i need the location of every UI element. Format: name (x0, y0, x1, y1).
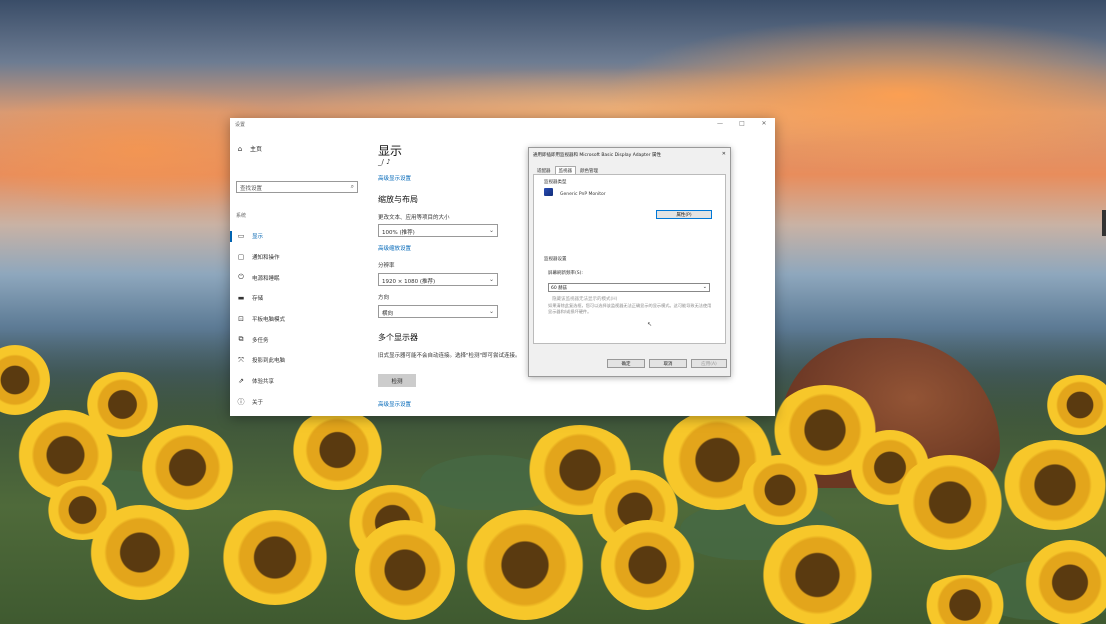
sidebar-nav: ▭ 显示 ▢ 通知和操作 ⏻ 电源和睡眠 ▬ 存储 ⊡ 平板电脑模式 ⧉ 多任务 (230, 226, 370, 412)
ok-button[interactable]: 确定 (607, 359, 645, 368)
multi-display-description: 旧式显示器可能不会自动连接。选择"检测"即可尝试连接。 (378, 353, 521, 359)
scale-layout-heading: 缩放与布局 (378, 195, 418, 204)
projector-icon: ⤧ (238, 355, 244, 364)
window-title: 设置 (235, 122, 246, 128)
sidebar-item-shared[interactable]: ⇗ 体验共享 (230, 371, 370, 392)
home-label: 主页 (250, 146, 263, 153)
advanced-display-settings-link[interactable]: 高级显示设置 (378, 400, 411, 408)
search-icon: ⌕ (350, 183, 354, 190)
sunflower (90, 505, 190, 600)
properties-button[interactable]: 属性(P) (656, 210, 712, 219)
scale-label: 更改文本、应用等项目的大小 (378, 215, 450, 221)
dialog-close-button[interactable]: ✕ (722, 151, 726, 157)
sidebar-item-label: 平板电脑模式 (252, 317, 286, 324)
monitor-type-label: 监视器类型 (544, 180, 567, 185)
settings-sidebar: ⌂ 主页 查找设置 ⌕ 系统 ▭ 显示 ▢ 通知和操作 ⏻ 电源和睡眠 ▬ 存储 (230, 136, 370, 416)
chevron-down-icon: ⌄ (488, 276, 494, 283)
sunflower (600, 520, 695, 610)
multi-display-heading: 多个显示器 (378, 333, 418, 342)
search-placeholder: 查找设置 (240, 186, 263, 192)
display-identify: _/ ♪ (378, 158, 391, 166)
orientation-value: 横向 (382, 310, 394, 317)
sunflower (220, 510, 330, 605)
hide-modes-note: 如果清除此复选框，您可以选择该监视器无法正确显示的显示模式。这可能导致无法使用显… (548, 303, 712, 314)
monitor-settings-label: 监视器设置 (544, 257, 567, 262)
screen-edge-bar (1102, 210, 1106, 236)
page-title: 显示 (378, 144, 403, 158)
sidebar-item-label: 体验共享 (252, 379, 275, 386)
sunflower (1045, 375, 1106, 435)
sidebar-item-label: 显示 (252, 234, 264, 241)
cancel-button[interactable]: 取消 (649, 359, 687, 368)
home-icon: ⌂ (237, 144, 243, 153)
resolution-dropdown[interactable]: 1920 × 1080 (推荐) ⌄ (378, 273, 498, 286)
resolution-value: 1920 × 1080 (推荐) (382, 278, 436, 285)
sunflower (355, 520, 455, 620)
close-button[interactable]: ✕ (759, 120, 769, 127)
sunflower (465, 510, 585, 620)
custom-scale-link[interactable]: 高级缩放设置 (378, 244, 411, 252)
monitor-icon (544, 188, 553, 196)
sidebar-item-storage[interactable]: ▬ 存储 (230, 288, 370, 309)
monitor-tab-panel: 监视器类型 Generic PnP Monitor 属性(P) 监视器设置 屏幕… (533, 174, 726, 344)
resolution-label: 分辨率 (378, 263, 395, 269)
sidebar-item-tablet[interactable]: ⊡ 平板电脑模式 (230, 309, 370, 330)
cursor-icon: ↖ (647, 321, 653, 328)
scale-dropdown[interactable]: 100% (推荐) ⌄ (378, 224, 498, 237)
sidebar-item-about[interactable]: ⓘ 关于 (230, 392, 370, 413)
sidebar-item-label: 通知和操作 (252, 255, 280, 262)
orientation-label: 方向 (378, 295, 390, 301)
sunflower (895, 455, 1005, 550)
refresh-rate-label: 屏幕刷新频率(S): (548, 271, 583, 276)
notification-icon: ▢ (237, 253, 245, 262)
sidebar-item-display[interactable]: ▭ 显示 (230, 226, 370, 247)
storage-icon: ▬ (237, 294, 245, 303)
minimize-button[interactable]: — (715, 120, 725, 127)
power-icon: ⏻ (238, 273, 244, 282)
settings-titlebar[interactable]: 设置 — □ ✕ (230, 118, 775, 132)
maximize-button[interactable]: □ (737, 120, 747, 127)
home-link[interactable]: ⌂ 主页 (236, 144, 263, 154)
orientation-dropdown[interactable]: 横向 ⌄ (378, 305, 498, 318)
search-input[interactable]: 查找设置 ⌕ (236, 181, 358, 193)
hide-modes-checkbox[interactable]: 隐藏该监视器无法显示的模式(H) (552, 296, 617, 302)
sidebar-item-label: 投影到此电脑 (252, 358, 286, 365)
sidebar-item-power[interactable]: ⏻ 电源和睡眠 (230, 267, 370, 288)
chevron-down-icon: ⌄ (488, 308, 494, 315)
sidebar-item-projecting[interactable]: ⤧ 投影到此电脑 (230, 350, 370, 371)
detect-button[interactable]: 检测 (378, 374, 416, 387)
sunflower (1000, 440, 1106, 530)
multitask-icon: ⧉ (238, 335, 244, 344)
sidebar-section-label: 系统 (236, 213, 247, 219)
window-controls: — □ ✕ (715, 120, 769, 127)
sidebar-item-notifications[interactable]: ▢ 通知和操作 (230, 247, 370, 268)
advanced-display-link[interactable]: 高级显示设置 (378, 174, 411, 182)
refresh-rate-value: 60 赫兹 (551, 286, 568, 291)
sidebar-item-label: 多任务 (252, 337, 269, 344)
apply-button[interactable]: 应用(A) (691, 359, 727, 368)
sidebar-item-label: 电源和睡眠 (252, 275, 280, 282)
sidebar-item-label: 存储 (252, 296, 264, 303)
sunflower (1025, 540, 1106, 624)
refresh-rate-select[interactable]: 60 赫兹 ⌄ (548, 283, 710, 292)
scale-value: 100% (推荐) (382, 229, 415, 236)
sunflower (760, 525, 875, 624)
adapter-properties-dialog: 通用即插即用监视器和 Microsoft Basic Display Adapt… (528, 147, 731, 377)
chevron-down-icon: ⌄ (702, 284, 707, 290)
sunflower (290, 410, 385, 490)
info-icon: ⓘ (237, 397, 245, 406)
monitor-icon: ▭ (237, 232, 245, 241)
tablet-icon: ⊡ (238, 315, 244, 324)
sidebar-item-multitask[interactable]: ⧉ 多任务 (230, 329, 370, 350)
share-icon: ⇗ (238, 377, 244, 386)
dialog-footer: 确定 取消 应用(A) (529, 346, 730, 376)
chevron-down-icon: ⌄ (488, 227, 494, 234)
monitor-name: Generic PnP Monitor (560, 192, 606, 197)
sunflower (140, 425, 235, 510)
dialog-title: 通用即插即用监视器和 Microsoft Basic Display Adapt… (533, 153, 661, 158)
sidebar-item-label: 关于 (252, 399, 264, 406)
